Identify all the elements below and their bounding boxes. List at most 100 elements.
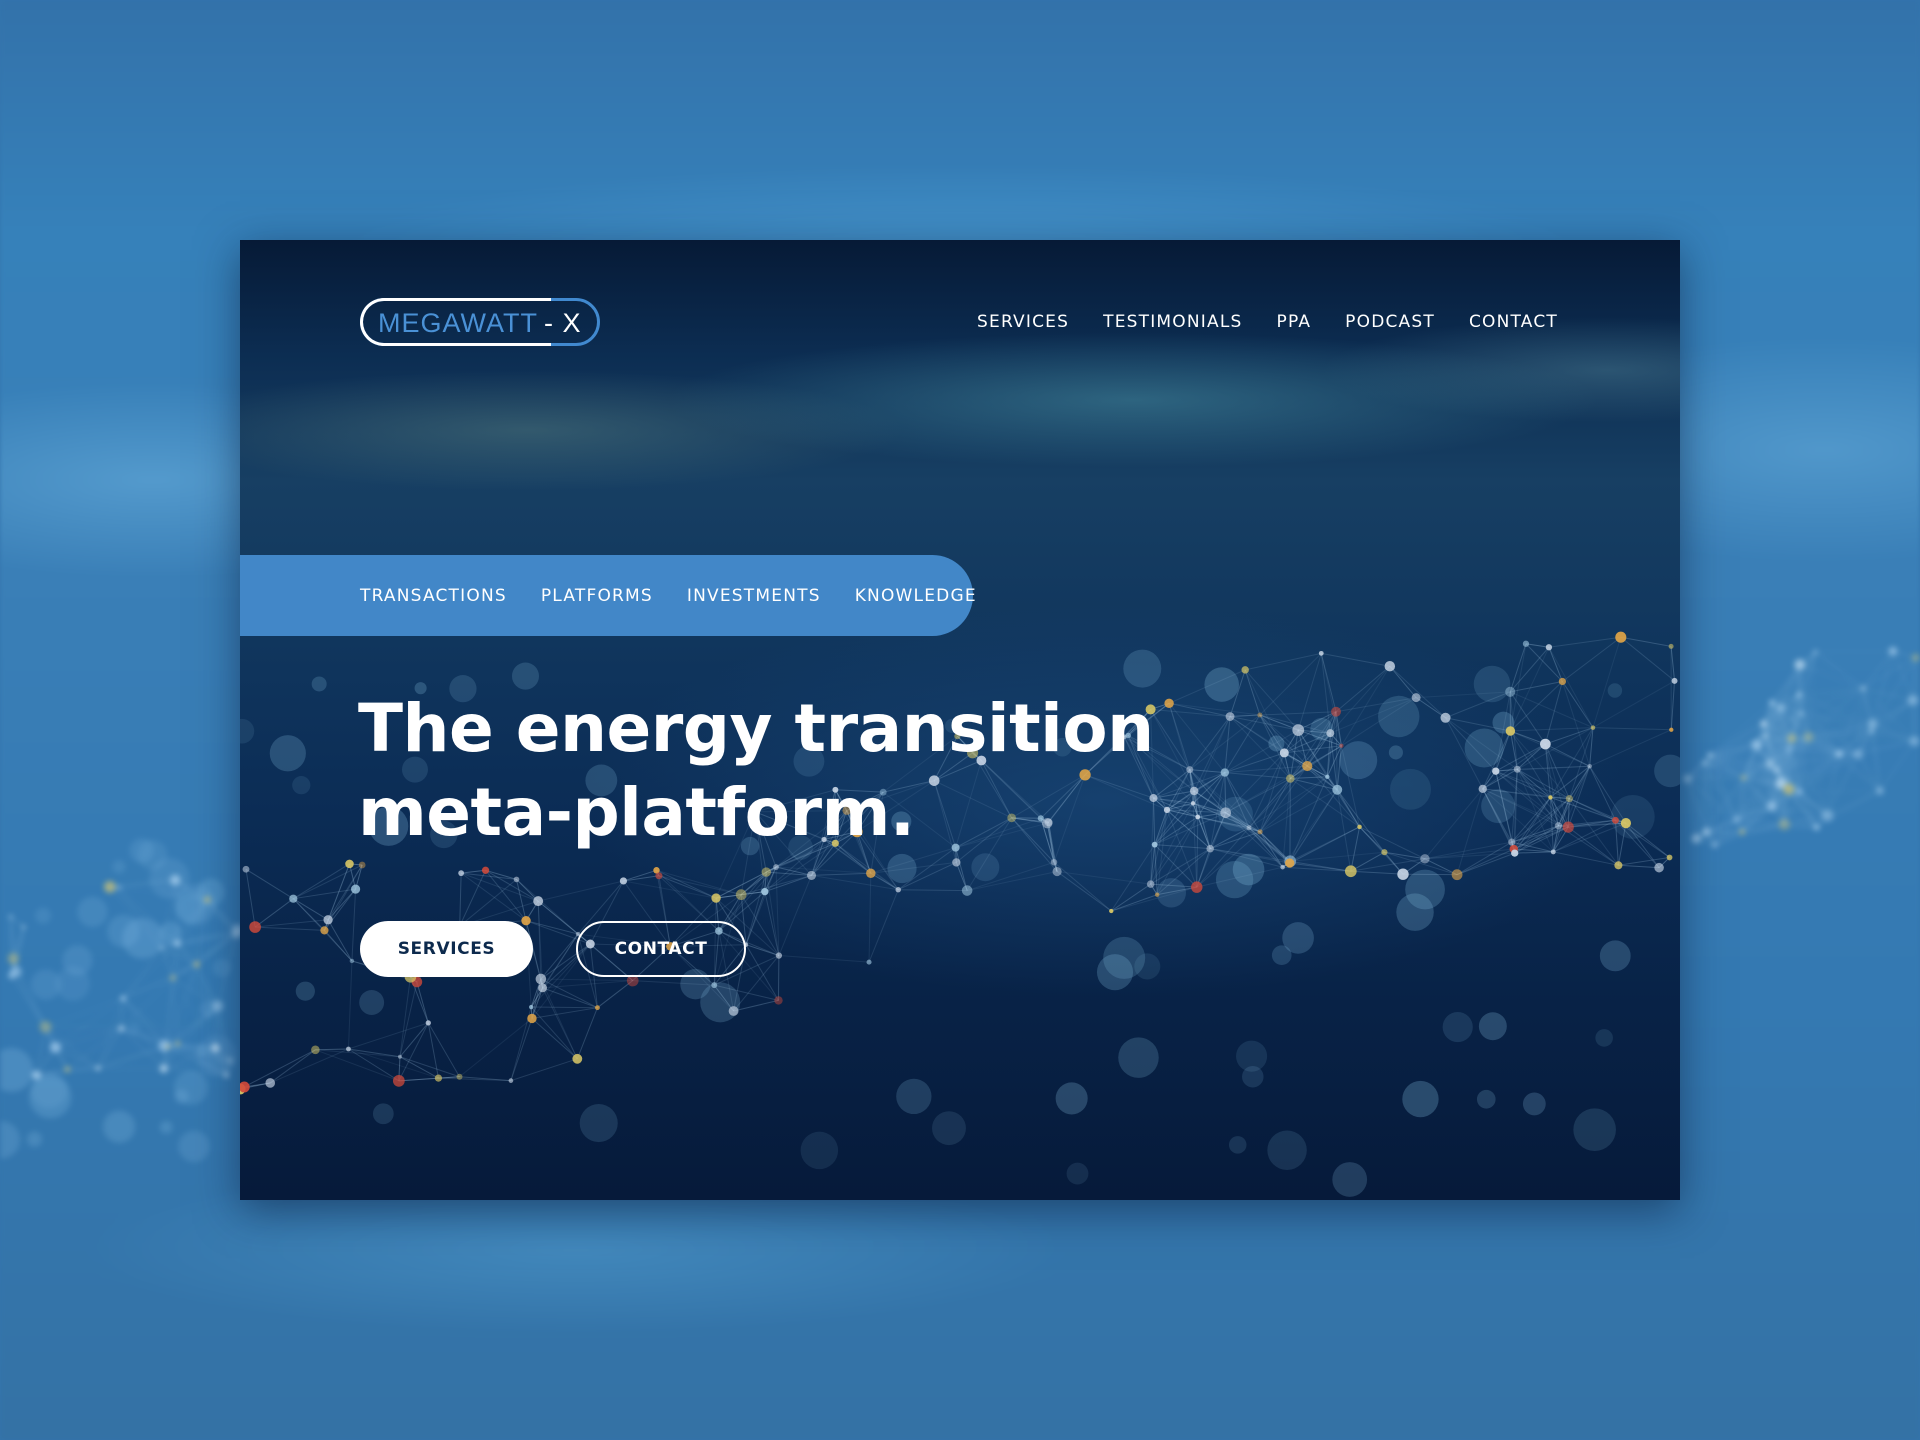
network-node xyxy=(169,874,181,886)
network-node xyxy=(165,1044,170,1049)
bokeh-light xyxy=(112,860,126,874)
network-node xyxy=(10,966,22,978)
network-link xyxy=(1152,798,1156,845)
network-link xyxy=(811,872,871,876)
nav-testimonials[interactable]: TESTIMONIALS xyxy=(1103,312,1242,332)
network-node xyxy=(1325,774,1330,779)
network-node xyxy=(1331,706,1341,717)
network-node xyxy=(49,1041,61,1053)
network-node xyxy=(1751,739,1762,751)
network-node xyxy=(8,914,14,920)
network-node xyxy=(1550,849,1556,855)
network-link xyxy=(1510,727,1594,732)
network-node xyxy=(425,1020,431,1026)
network-node xyxy=(1522,640,1530,647)
bokeh-light xyxy=(1473,665,1511,703)
network-link xyxy=(1815,650,1893,653)
network-node xyxy=(1702,827,1711,837)
bokeh-light xyxy=(0,1048,34,1093)
bokeh-light xyxy=(35,907,52,924)
network-link xyxy=(540,978,633,982)
main-navigation: SERVICES TESTIMONIALS PPA PODCAST CONTAC… xyxy=(977,312,1558,332)
network-node xyxy=(212,1000,224,1012)
network-node xyxy=(104,881,116,893)
network-link xyxy=(327,919,353,962)
subnav-knowledge[interactable]: KNOWLEDGE xyxy=(855,586,977,606)
network-link xyxy=(510,1018,533,1081)
network-node xyxy=(952,858,961,867)
network-link xyxy=(1350,826,1361,872)
network-node xyxy=(1220,768,1230,777)
network-node xyxy=(1821,809,1834,822)
network-link xyxy=(1321,652,1390,667)
network-node xyxy=(311,1045,320,1055)
network-node xyxy=(1285,858,1295,868)
bokeh-light xyxy=(1282,922,1314,954)
network-node xyxy=(397,1054,402,1059)
network-node xyxy=(1876,786,1884,795)
network-node xyxy=(173,939,182,947)
nav-ppa[interactable]: PPA xyxy=(1277,312,1312,332)
subnav-transactions[interactable]: TRANSACTIONS xyxy=(360,586,507,606)
bokeh-light xyxy=(1204,667,1240,702)
network-node xyxy=(1381,849,1388,856)
bokeh-light xyxy=(896,1078,932,1115)
network-node xyxy=(1508,838,1516,846)
network-link xyxy=(348,1022,429,1050)
network-link xyxy=(327,888,356,921)
network-node xyxy=(1666,854,1673,861)
network-link xyxy=(778,955,870,963)
network-node xyxy=(1191,881,1203,893)
network-link xyxy=(510,1058,578,1082)
network-node xyxy=(711,893,721,903)
brand-logo[interactable]: MEGAWATT - X xyxy=(360,298,600,346)
network-link xyxy=(1568,798,1619,866)
services-button[interactable]: SERVICES xyxy=(360,921,533,977)
network-link xyxy=(868,873,872,963)
nav-services[interactable]: SERVICES xyxy=(977,312,1069,332)
network-link xyxy=(1589,766,1627,824)
nav-contact[interactable]: CONTACT xyxy=(1469,312,1558,332)
network-node xyxy=(1241,666,1249,674)
network-link xyxy=(811,874,899,891)
network-node xyxy=(1888,646,1898,656)
network-node xyxy=(434,1074,443,1082)
subnav-investments[interactable]: INVESTMENTS xyxy=(687,586,821,606)
network-node xyxy=(242,865,250,873)
network-node xyxy=(1762,732,1769,739)
network-node xyxy=(1246,825,1252,831)
network-node xyxy=(349,958,355,964)
network-node xyxy=(1590,725,1596,730)
network-link xyxy=(1456,848,1514,876)
bokeh-light xyxy=(178,1130,210,1163)
network-node xyxy=(175,1041,181,1046)
subnav-platforms[interactable]: PLATFORMS xyxy=(541,586,653,606)
network-link xyxy=(348,1048,439,1079)
contact-button[interactable]: CONTACT xyxy=(576,921,746,977)
network-link xyxy=(542,980,633,989)
network-link xyxy=(1592,727,1672,731)
network-node xyxy=(115,884,122,891)
network-node xyxy=(1163,806,1171,813)
network-node xyxy=(458,870,465,877)
network-node xyxy=(1691,833,1702,844)
bokeh-light xyxy=(359,990,385,1015)
network-node xyxy=(1796,691,1803,698)
network-node xyxy=(1492,767,1500,775)
bokeh-light xyxy=(579,1104,618,1143)
logo-suffix: - X xyxy=(543,308,582,338)
network-link xyxy=(1514,851,1554,854)
network-node xyxy=(1760,720,1768,728)
network-node xyxy=(265,1078,276,1088)
nav-podcast[interactable]: PODCAST xyxy=(1345,312,1435,332)
network-node xyxy=(1612,816,1619,824)
network-node xyxy=(1558,677,1567,686)
bokeh-light xyxy=(0,1121,21,1159)
network-link xyxy=(1154,844,1158,895)
network-link xyxy=(1838,753,1881,792)
network-node xyxy=(535,973,547,985)
network-node xyxy=(1620,818,1632,829)
logo-text: MEGAWATT - X xyxy=(378,308,582,338)
network-node xyxy=(513,876,520,883)
network-link xyxy=(1799,687,1864,695)
